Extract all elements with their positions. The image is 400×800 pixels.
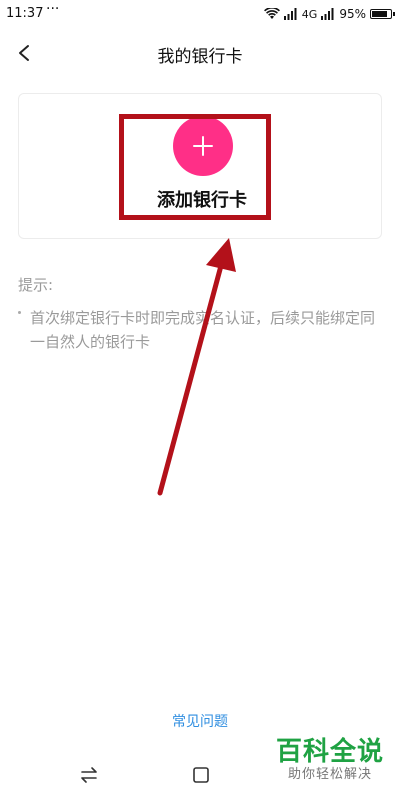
plus-icon bbox=[193, 136, 213, 156]
bank-card-panel: 添加银行卡 bbox=[18, 93, 382, 239]
watermark-main: 百科全说 bbox=[275, 737, 384, 767]
recent-apps-button[interactable] bbox=[78, 764, 100, 786]
signal-icon bbox=[283, 8, 297, 20]
status-time: 11:37 bbox=[6, 6, 44, 21]
plus-circle bbox=[173, 116, 233, 176]
battery-icon bbox=[370, 9, 395, 19]
signal-icon-2 bbox=[321, 8, 334, 20]
wifi-icon bbox=[263, 8, 280, 19]
page-title: 我的银行卡 bbox=[157, 47, 243, 67]
network-type: 4G bbox=[301, 7, 318, 21]
status-bar: 11:37 ··· 4G 95% bbox=[0, 0, 400, 28]
watermark-sub: 助你轻松解决 bbox=[287, 767, 372, 782]
battery-fill bbox=[372, 11, 388, 17]
tips-title: 提示: bbox=[18, 276, 54, 294]
home-button[interactable] bbox=[190, 764, 212, 786]
tips-text: 首次绑定银行卡时即完成实名认证，后续只能绑定同一自然人的银行卡 bbox=[30, 309, 376, 351]
add-bank-card-button[interactable]: 添加银行卡 bbox=[139, 112, 265, 218]
status-dots: ··· bbox=[46, 1, 60, 17]
square-icon bbox=[193, 767, 209, 783]
battery-percent: 95% bbox=[339, 7, 366, 21]
status-right: 4G 95% bbox=[263, 4, 395, 24]
add-bank-card-label: 添加银行卡 bbox=[157, 190, 247, 211]
faq-link[interactable]: 常见问题 bbox=[0, 711, 400, 731]
watermark-logo: 百科全说 助你轻松解决 bbox=[268, 737, 392, 783]
nav-bar: 我的银行卡 bbox=[0, 28, 400, 78]
switch-arrows-icon bbox=[81, 767, 97, 783]
tips-bullet bbox=[18, 311, 21, 314]
